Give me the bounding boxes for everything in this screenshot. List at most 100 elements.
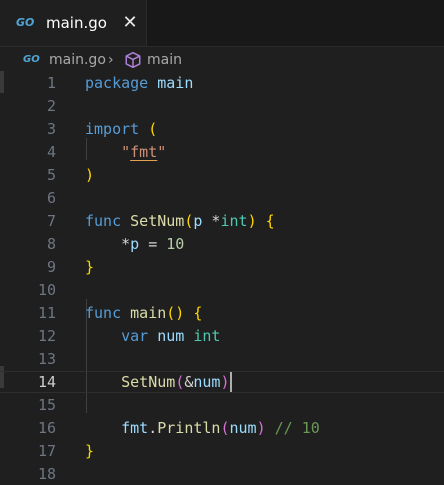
cube-icon bbox=[125, 51, 141, 69]
line-number: 14 bbox=[37, 373, 56, 391]
code-line[interactable]: 1 package main bbox=[0, 72, 444, 94]
code-token: p bbox=[130, 235, 140, 253]
code-token: ) bbox=[247, 212, 257, 230]
line-number: 17 bbox=[37, 442, 56, 460]
breadcrumb-symbol[interactable]: main bbox=[147, 51, 182, 69]
code-text: *p = 10 bbox=[85, 233, 184, 255]
breadcrumb-file[interactable]: main.go bbox=[49, 51, 106, 69]
line-number: 8 bbox=[46, 235, 56, 253]
code-line[interactable]: 2 bbox=[0, 95, 444, 117]
line-number: 16 bbox=[37, 419, 56, 437]
code-line[interactable]: 5) bbox=[0, 164, 444, 186]
code-token: " bbox=[121, 143, 131, 161]
code-line[interactable]: 4 "fmt" bbox=[0, 141, 444, 163]
code-text: "fmt" bbox=[85, 141, 166, 163]
line-number: 12 bbox=[37, 327, 56, 345]
code-line[interactable]: 7 func SetNum(p *int) { bbox=[0, 210, 444, 232]
text-cursor bbox=[229, 372, 232, 392]
code-line[interactable]: 14 SetNum(&num) bbox=[0, 371, 444, 393]
code-line[interactable]: 8 *p = 10 bbox=[0, 233, 444, 255]
code-token: ) bbox=[85, 166, 95, 184]
breadcrumb-separator: › bbox=[108, 52, 114, 68]
line-number: 10 bbox=[37, 281, 56, 299]
code-text: func main() { bbox=[85, 302, 202, 324]
code-line[interactable]: 15 bbox=[0, 394, 444, 416]
code-line[interactable]: 6 bbox=[0, 187, 444, 209]
code-token: ) bbox=[256, 419, 266, 437]
code-token: * bbox=[85, 235, 131, 253]
code-token: int bbox=[220, 212, 248, 230]
code-token: . bbox=[148, 419, 158, 437]
code-text: var num int bbox=[85, 325, 220, 347]
code-text: import ( bbox=[85, 118, 157, 140]
code-token: main bbox=[130, 304, 167, 322]
code-token: { bbox=[193, 304, 203, 322]
code-token: { bbox=[265, 212, 275, 230]
code-line[interactable]: 3 import ( bbox=[0, 118, 444, 140]
line-number: 5 bbox=[46, 166, 56, 184]
line-number: 13 bbox=[37, 350, 56, 368]
code-token: = bbox=[139, 235, 167, 253]
line-number: 2 bbox=[46, 97, 56, 115]
line-number: 15 bbox=[37, 396, 56, 414]
code-token: fmt bbox=[121, 419, 149, 437]
tab-bar: GO main.go ✕ bbox=[0, 0, 444, 47]
code-text: fmt.Println(num) // 10 bbox=[85, 417, 320, 439]
tab-main-go[interactable]: GO main.go ✕ bbox=[0, 0, 147, 46]
code-token: num bbox=[229, 419, 257, 437]
code-line[interactable]: 9} bbox=[0, 256, 444, 278]
code-text: SetNum(&num) bbox=[85, 372, 229, 392]
code-token: func bbox=[85, 304, 122, 322]
code-token: ( bbox=[148, 120, 158, 138]
code-token: ( bbox=[175, 373, 185, 391]
code-text: } bbox=[85, 440, 94, 462]
line-number: 4 bbox=[46, 143, 56, 161]
line-number: 3 bbox=[46, 120, 56, 138]
code-token: Println bbox=[157, 419, 221, 437]
code-text: package main bbox=[85, 72, 193, 94]
code-token: num bbox=[157, 327, 185, 345]
close-icon[interactable]: ✕ bbox=[121, 13, 139, 33]
go-file-icon: GO bbox=[23, 54, 40, 65]
code-token: int bbox=[193, 327, 221, 345]
code-line[interactable]: 11 func main() { bbox=[0, 302, 444, 324]
code-text: ) bbox=[85, 164, 94, 186]
line-number: 1 bbox=[46, 74, 56, 92]
line-number: 11 bbox=[37, 304, 56, 322]
code-line[interactable]: 16 fmt.Println(num) // 10 bbox=[0, 417, 444, 439]
line-number: 6 bbox=[46, 189, 56, 207]
code-token: ( bbox=[220, 419, 230, 437]
code-editor[interactable]: 1 package main 2 3 import (4 "fmt" 5) 6 7 func S… bbox=[0, 70, 444, 483]
code-token: package bbox=[85, 74, 149, 92]
code-line[interactable]: 13 bbox=[0, 348, 444, 370]
code-line[interactable]: 17} bbox=[0, 440, 444, 462]
code-token: () bbox=[166, 304, 185, 322]
code-line[interactable]: 12 var num int bbox=[0, 325, 444, 347]
code-text: func SetNum(p *int) { bbox=[85, 210, 275, 232]
code-token: import bbox=[85, 120, 140, 138]
tab-label: main.go bbox=[46, 14, 107, 32]
code-token: SetNum bbox=[130, 212, 185, 230]
code-line[interactable]: 10 bbox=[0, 279, 444, 301]
code-token: main bbox=[157, 74, 194, 92]
code-token: var bbox=[121, 327, 149, 345]
go-file-icon: GO bbox=[16, 16, 35, 29]
code-token: 10 bbox=[166, 235, 185, 253]
line-number: 7 bbox=[46, 212, 56, 230]
code-token: func bbox=[85, 212, 122, 230]
code-token: } bbox=[85, 258, 95, 276]
code-token: } bbox=[85, 442, 95, 460]
code-token: // 10 bbox=[274, 419, 320, 437]
code-token: fmt bbox=[130, 143, 158, 161]
code-token: num bbox=[193, 373, 221, 391]
